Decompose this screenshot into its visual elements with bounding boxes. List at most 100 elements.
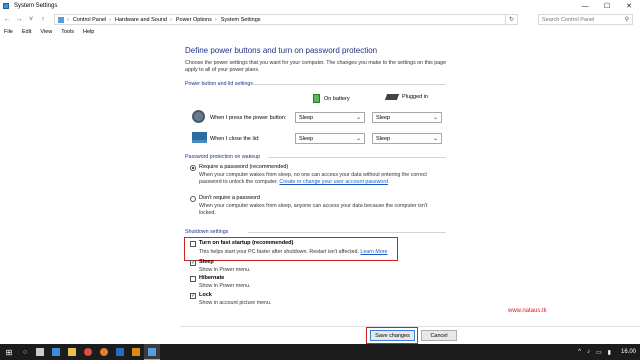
battery-tray-icon[interactable]: ▮	[608, 349, 611, 356]
require-password-label[interactable]: Require a password (recommended)	[199, 164, 288, 170]
menu-bar: File Edit View Tools Help	[0, 27, 640, 37]
edge-icon[interactable]	[48, 344, 64, 360]
lock-checkbox[interactable]: ✓	[190, 293, 196, 299]
menu-view[interactable]: View	[40, 29, 52, 35]
lid-icon	[192, 132, 207, 143]
lock-label[interactable]: Lock	[199, 292, 212, 298]
hibernate-desc: Show in Power menu.	[199, 283, 251, 289]
recent-locations-button[interactable]: ˅	[26, 15, 36, 25]
column-header-battery: On battery	[313, 94, 350, 103]
breadcrumb-separator: ›	[170, 16, 172, 23]
no-password-label[interactable]: Don't require a password	[199, 195, 260, 201]
photoshop-icon[interactable]	[112, 344, 128, 360]
option-desc-line: password to unlock the computer.	[199, 178, 278, 185]
clock[interactable]: 16.00	[621, 349, 636, 355]
select-value: Sleep	[299, 135, 314, 142]
power-button-label: When I press the power button:	[210, 115, 287, 121]
breadcrumb-separator: ›	[214, 16, 217, 23]
column-header-plugged: Plugged in	[384, 94, 428, 100]
select-value: Sleep	[299, 114, 314, 121]
power-button-plugged-select[interactable]: Sleep ⌄	[372, 112, 442, 123]
breadcrumb-separator: ›	[67, 16, 69, 23]
sleep-desc: Show in Power menu.	[199, 267, 251, 273]
tray-overflow-icon[interactable]: ^	[578, 349, 581, 355]
section-title-shutdown: Shutdown settings	[185, 229, 229, 235]
page-title: Define power buttons and turn on passwor…	[185, 46, 378, 55]
sleep-checkbox[interactable]: ✓	[190, 260, 196, 266]
no-password-desc: When your computer wakes from sleep, any…	[199, 203, 444, 217]
section-divider	[268, 157, 446, 158]
option-desc-line: When your computer wakes from sleep, no …	[199, 172, 427, 178]
chevron-down-icon: ⌄	[432, 136, 438, 142]
hibernate-label[interactable]: Hibernate	[199, 275, 224, 281]
option-desc-line: When your computer wakes from sleep, any…	[199, 203, 428, 209]
lock-desc: Show in account picture menu.	[199, 300, 272, 306]
start-button[interactable]: ⊞	[0, 344, 18, 360]
up-button[interactable]: ↑	[38, 15, 48, 25]
breadcrumb-control-panel[interactable]: Control Panel	[73, 17, 106, 23]
fast-startup-label[interactable]: Turn on fast startup (recommended)	[199, 240, 293, 246]
chrome-icon[interactable]	[80, 344, 96, 360]
create-password-link[interactable]: Create or change your user account passw…	[279, 179, 388, 185]
window-title: System Settings	[14, 3, 58, 9]
volume-icon[interactable]: ♪	[587, 349, 590, 355]
power-button-icon	[192, 110, 205, 123]
cancel-button[interactable]: Cancel	[421, 330, 457, 341]
file-explorer-icon[interactable]	[64, 344, 80, 360]
section-title-password: Password protection on wakeup	[185, 154, 261, 160]
back-button[interactable]: ←	[2, 15, 12, 25]
breadcrumb-power-options[interactable]: Power Options	[176, 17, 212, 23]
menu-help[interactable]: Help	[83, 29, 94, 35]
chevron-down-icon: ⌄	[432, 115, 438, 121]
column-label-battery: On battery	[324, 95, 350, 102]
close-lid-plugged-select[interactable]: Sleep ⌄	[372, 133, 442, 144]
illustrator-icon[interactable]	[128, 344, 144, 360]
learn-more-link[interactable]: Learn More	[360, 249, 387, 255]
menu-file[interactable]: File	[4, 29, 13, 35]
battery-icon	[313, 94, 320, 103]
fast-startup-checkbox[interactable]	[190, 241, 196, 247]
save-changes-button[interactable]: Save changes	[370, 330, 415, 341]
task-view-icon[interactable]	[32, 344, 48, 360]
hibernate-checkbox[interactable]	[190, 276, 196, 282]
title-bar: System Settings — ☐ ✕	[0, 0, 640, 12]
maximize-button[interactable]: ☐	[596, 0, 618, 12]
menu-edit[interactable]: Edit	[22, 29, 31, 35]
taskbar: ⊞ ○ ^ ♪ ▭ ▮ 16.00	[0, 344, 640, 360]
fast-startup-desc: This helps start your PC faster after sh…	[199, 249, 387, 255]
page-description: Choose the power settings that you want …	[185, 60, 447, 73]
menu-tools[interactable]: Tools	[61, 29, 74, 35]
column-label-plugged: Plugged in	[402, 94, 428, 100]
system-tray: ^ ♪ ▭ ▮ 16.00	[572, 344, 636, 360]
select-value: Sleep	[376, 135, 391, 142]
watermark: www.nataus.tk	[508, 308, 547, 314]
search-placeholder: Search Control Panel	[542, 16, 595, 23]
forward-button[interactable]: →	[14, 15, 24, 25]
chevron-down-icon: ⌄	[355, 136, 361, 142]
sleep-label[interactable]: Sleep	[199, 259, 214, 265]
require-password-desc: When your computer wakes from sleep, no …	[199, 172, 444, 186]
require-password-radio[interactable]	[190, 165, 196, 171]
power-button-battery-select[interactable]: Sleep ⌄	[295, 112, 365, 123]
network-icon[interactable]: ▭	[596, 349, 602, 356]
breadcrumb-system-settings[interactable]: System Settings	[221, 17, 261, 23]
firefox-icon[interactable]	[96, 344, 112, 360]
select-value: Sleep	[376, 114, 391, 121]
close-lid-battery-select[interactable]: Sleep ⌄	[295, 133, 365, 144]
search-input[interactable]: Search Control Panel ⚲	[538, 14, 633, 25]
breadcrumb-hardware-and-sound[interactable]: Hardware and Sound	[115, 17, 167, 23]
minimize-button[interactable]: —	[574, 0, 596, 12]
close-button[interactable]: ✕	[618, 0, 640, 12]
window-controls: — ☐ ✕	[574, 0, 640, 12]
cortana-search-icon[interactable]: ○	[18, 344, 32, 360]
control-panel-taskbar-icon[interactable]	[144, 344, 160, 360]
option-desc-line: locked.	[199, 209, 216, 216]
search-icon[interactable]: ⚲	[625, 16, 629, 23]
plug-icon	[384, 94, 400, 100]
breadcrumb-separator: ›	[109, 16, 112, 23]
section-divider	[252, 84, 446, 85]
address-bar[interactable]: › Control Panel › Hardware and Sound › P…	[54, 14, 506, 25]
no-password-radio[interactable]	[190, 196, 196, 202]
refresh-button[interactable]: ↻	[506, 14, 518, 25]
control-panel-icon	[58, 16, 64, 23]
